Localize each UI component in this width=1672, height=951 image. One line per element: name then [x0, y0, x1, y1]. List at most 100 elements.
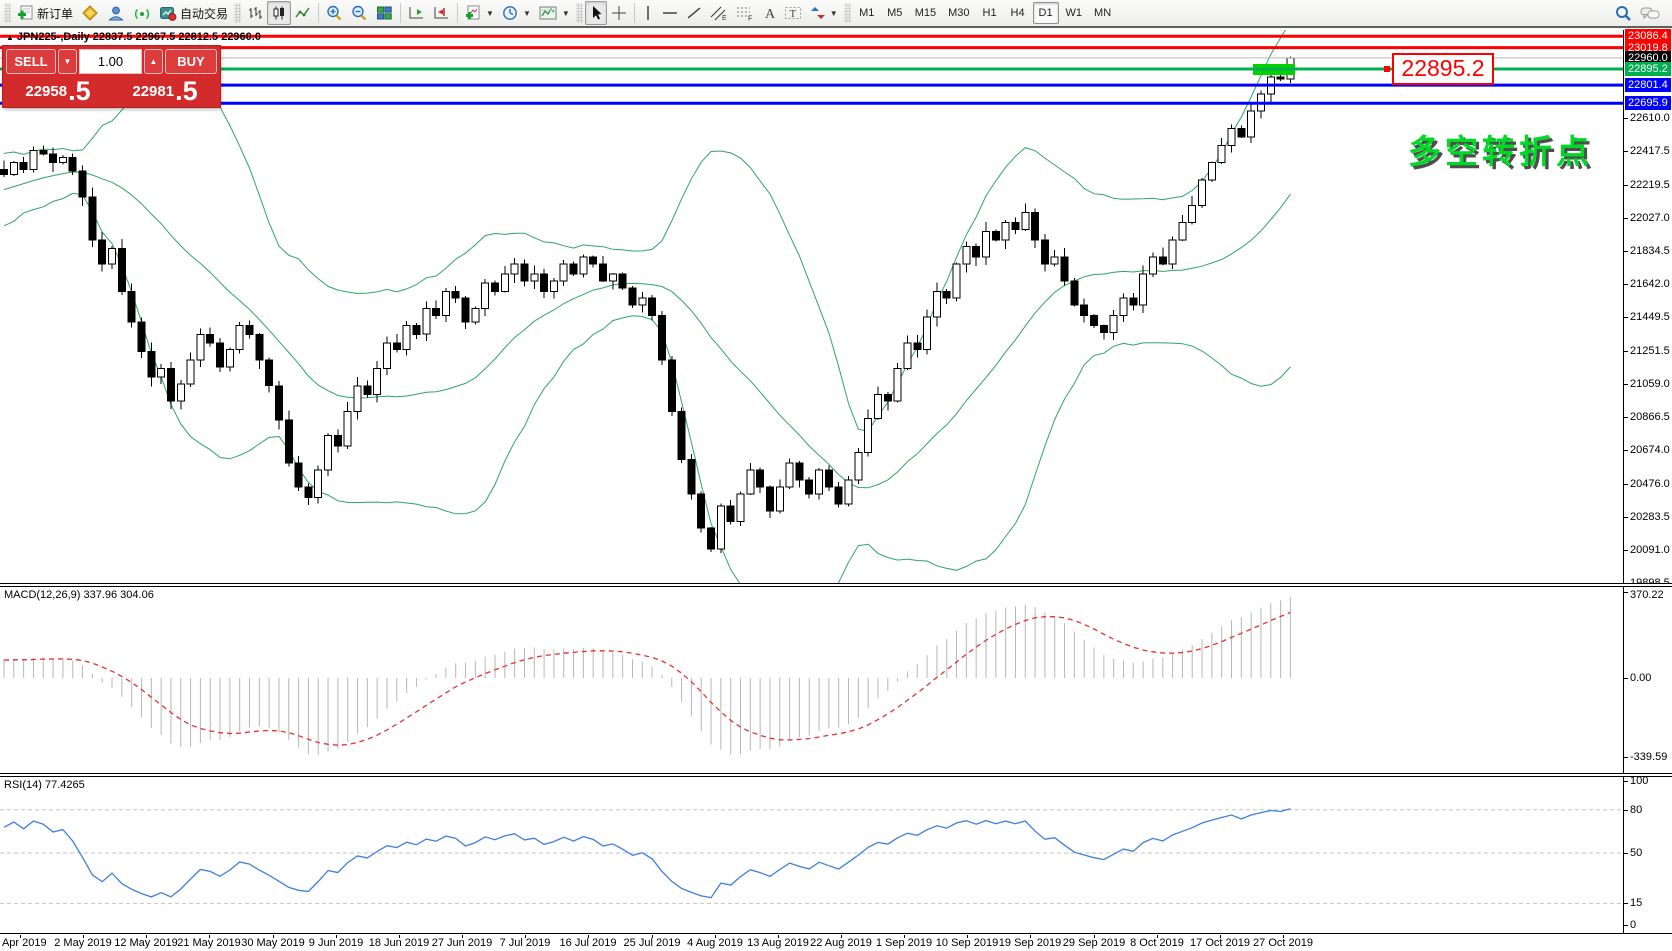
buy-price-button[interactable]: 22981.5: [113, 77, 217, 104]
timeframe-button-M1[interactable]: M1: [854, 2, 880, 24]
search-button[interactable]: [1610, 1, 1636, 25]
date-label: 22 Aug 2019: [810, 937, 872, 949]
chart-title-text: JPN225-,Daily 22837.5 22967.5 22812.5 22…: [17, 31, 261, 43]
timeframe-button-M5[interactable]: M5: [882, 2, 908, 24]
date-label: 16 Jul 2019: [560, 937, 617, 949]
macd-tick-label: -339.59: [1630, 750, 1667, 764]
autotrade-icon: [159, 5, 177, 21]
channel-button[interactable]: E: [706, 1, 732, 25]
chart-line-button[interactable]: [291, 1, 315, 25]
crosshair-button[interactable]: [607, 1, 631, 25]
rsi-header: RSI(14) 77.4265: [4, 779, 85, 791]
date-label: 29 Sep 2019: [1063, 937, 1125, 949]
price-tick-label: 20866.5: [1630, 410, 1670, 424]
periods-button[interactable]: ▼: [498, 1, 535, 25]
chart-bars-button[interactable]: [243, 1, 267, 25]
rsi-tick-label: 50: [1630, 846, 1642, 860]
buy-button[interactable]: BUY: [165, 49, 217, 74]
trendline-button[interactable]: [682, 1, 706, 25]
channel-icon: E: [710, 5, 728, 21]
timeframe-button-M30[interactable]: M30: [943, 2, 974, 24]
date-axis[interactable]: 3 Apr 20192 May 201912 May 201921 May 20…: [0, 935, 1672, 951]
macd-tick-label: 0.00: [1630, 671, 1651, 685]
tile-windows-button[interactable]: [372, 1, 397, 25]
axis-tick: [1624, 417, 1628, 418]
svg-text:T: T: [789, 8, 796, 20]
toolbar-grip[interactable]: [844, 3, 851, 23]
price-flag-label[interactable]: 22895.2: [1392, 53, 1494, 85]
price-tick-label: 21449.5: [1630, 310, 1670, 324]
new-chart-button[interactable]: [77, 1, 103, 25]
zoom-out-icon: [351, 5, 368, 21]
hline-button[interactable]: [658, 1, 682, 25]
timeframe-button-M15[interactable]: M15: [910, 2, 941, 24]
sell-price-pip: .5: [68, 78, 91, 104]
new-order-label: 新订单: [37, 5, 73, 22]
price-tick-label: 21642.0: [1630, 277, 1670, 291]
rsi-axis[interactable]: 1008050150: [1623, 777, 1671, 933]
chat-icon: [1640, 5, 1660, 21]
timeframe-group: M1M5M15M30H1H4D1W1MN: [853, 2, 1117, 24]
arrows-button[interactable]: ▼: [806, 1, 842, 25]
vline-icon: [642, 5, 654, 21]
axis-tick: [1624, 810, 1628, 811]
timeframe-button-W1[interactable]: W1: [1061, 2, 1088, 24]
toolbar-grip[interactable]: [576, 3, 583, 23]
toolbar-grip[interactable]: [234, 3, 241, 23]
autoscroll-button[interactable]: [404, 1, 429, 25]
price-axis[interactable]: 23086.423019.822960.022895.222801.422695…: [1623, 30, 1671, 583]
date-label: 1 Sep 2019: [876, 937, 932, 949]
sell-button[interactable]: SELL: [6, 49, 56, 74]
label-button[interactable]: T: [780, 1, 806, 25]
date-label: 3 Apr 2019: [0, 937, 47, 949]
new-order-button[interactable]: 新订单: [13, 1, 77, 25]
autotrade-button[interactable]: 自动交易: [155, 1, 232, 25]
zoom-in-button[interactable]: [322, 1, 347, 25]
toolbar-grip[interactable]: [4, 3, 11, 23]
turning-point-note[interactable]: 多空转折点: [1408, 125, 1593, 173]
sell-price-button[interactable]: 22958.5: [6, 77, 110, 104]
cursor-icon: [589, 5, 603, 21]
candlestick-plot[interactable]: [0, 30, 1623, 583]
date-label: 27 Jun 2019: [432, 937, 493, 949]
signals-button[interactable]: [129, 1, 155, 25]
price-tick-label: 22610.0: [1630, 111, 1670, 125]
trendline-icon: [686, 5, 702, 21]
main-chart-panel[interactable]: 23086.423019.822960.022895.222801.422695…: [0, 30, 1672, 583]
chart-candles-button[interactable]: [267, 1, 291, 25]
axis-tick: [1624, 218, 1628, 219]
toolbar: 新订单 自动交易: [0, 0, 1672, 28]
axis-tick: [1624, 757, 1628, 758]
date-label: 12 May 2019: [114, 937, 178, 949]
timeframe-button-MN[interactable]: MN: [1089, 2, 1116, 24]
level-price-label: 22801.4: [1625, 78, 1671, 92]
chat-button[interactable]: [1636, 1, 1664, 25]
indicators-button[interactable]: ▼: [461, 1, 498, 25]
rsi-tick-label: 100: [1630, 774, 1648, 788]
price-tick-label: 21059.0: [1630, 377, 1670, 391]
text-button[interactable]: A: [758, 1, 780, 25]
profile-button[interactable]: [103, 1, 129, 25]
indicators-icon: [465, 5, 482, 21]
macd-plot[interactable]: [0, 587, 1623, 773]
axis-tick: [1624, 592, 1628, 593]
zoom-out-button[interactable]: [347, 1, 372, 25]
macd-panel[interactable]: MACD(12,26,9) 337.96 304.06 370.220.00-3…: [0, 587, 1672, 773]
fibonacci-button[interactable]: F: [732, 1, 758, 25]
rsi-plot[interactable]: [0, 777, 1623, 933]
timeframe-button-D1[interactable]: D1: [1033, 2, 1059, 24]
rsi-panel[interactable]: RSI(14) 77.4265 1008050150: [0, 777, 1672, 934]
date-label: 27 Oct 2019: [1253, 937, 1313, 949]
volume-increase-button[interactable]: ▲: [144, 49, 163, 74]
timeframe-button-H4[interactable]: H4: [1005, 2, 1031, 24]
macd-axis[interactable]: 370.220.00-339.59: [1623, 587, 1671, 773]
timeframe-button-H1[interactable]: H1: [977, 2, 1003, 24]
price-tick-label: 20674.0: [1630, 443, 1670, 457]
chart-shift-button[interactable]: [429, 1, 454, 25]
vline-button[interactable]: [638, 1, 658, 25]
volume-input[interactable]: 1.00: [79, 49, 142, 74]
volume-decrease-button[interactable]: ▼: [58, 49, 77, 74]
date-label: 9 Jun 2019: [309, 937, 363, 949]
templates-button[interactable]: ▼: [535, 1, 574, 25]
cursor-button[interactable]: [585, 1, 607, 25]
